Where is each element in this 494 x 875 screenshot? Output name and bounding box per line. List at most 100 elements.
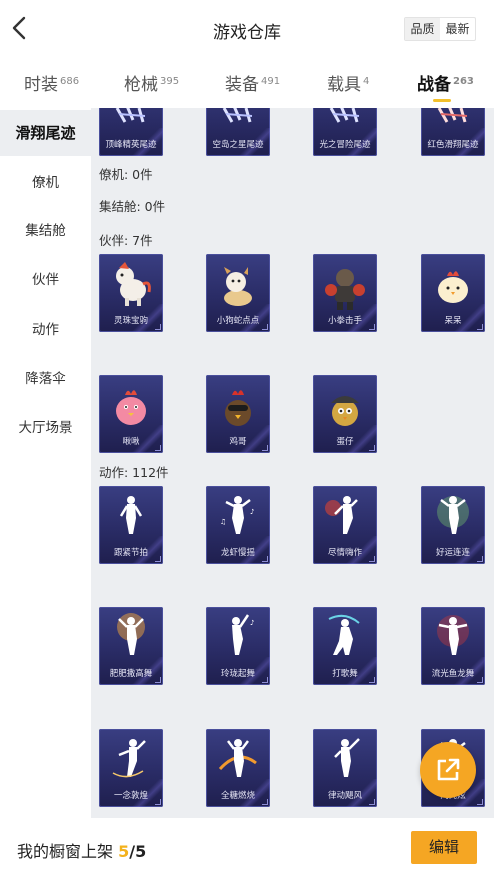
item-name: 红色滑翔尾迹 [427, 140, 479, 150]
section-capsule-count: 集结舱: 0件 [99, 199, 166, 214]
header-bar: 游戏仓库 品质 最新 [0, 0, 494, 60]
sort-newest-option[interactable]: 最新 [440, 18, 475, 40]
item-card[interactable]: 律动飓风 [313, 729, 377, 807]
tab-active-indicator [433, 99, 451, 102]
share-button[interactable] [420, 742, 476, 798]
showcase-shelf-status: 我的橱窗上架 5/5 [17, 838, 146, 862]
item-name: 顶峰精英尾迹 [105, 140, 157, 150]
svg-text:♪: ♪ [250, 508, 254, 516]
item-name: 流光鱼龙舞 [431, 669, 475, 679]
item-name: 呆呆 [444, 316, 462, 326]
item-card[interactable]: 打歌舞 [313, 607, 377, 685]
item-card[interactable]: 小狗蛇点点 [206, 254, 270, 332]
svg-text:♪: ♪ [250, 619, 254, 627]
tab-firearms[interactable]: 枪械 395 [124, 70, 179, 95]
item-name: 尽情嗨作 [327, 548, 362, 558]
edit-button[interactable]: 编辑 [411, 831, 477, 864]
sidebar-item-emote[interactable]: 动作 [0, 307, 91, 353]
item-name: 肥肥撒高舞 [109, 669, 153, 679]
card-corner [155, 677, 161, 683]
item-name: 小狗蛇点点 [216, 316, 260, 326]
tab-count: 491 [261, 76, 281, 87]
card-corner [477, 799, 483, 805]
tab-label: 载具 [327, 75, 361, 95]
item-card[interactable]: ♪ 玲珑起舞 [206, 607, 270, 685]
item-card[interactable]: 啾啾 [99, 375, 163, 453]
tab-count: 686 [60, 76, 80, 87]
tab-label: 战备 [417, 75, 451, 95]
category-tabs: 时装 686 枪械 395 装备 491 载具 4 战备 263 [0, 62, 494, 108]
shelf-label: 我的橱窗上架 [17, 842, 114, 861]
item-name: 啾啾 [122, 437, 140, 447]
card-corner [262, 556, 268, 562]
item-name: 律动飓风 [327, 791, 362, 801]
item-name: 好运连连 [435, 548, 470, 558]
sort-toggle: 品质 最新 [404, 17, 476, 41]
item-grid-area: 顶峰精英尾迹 空岛之星尾迹 光之冒险尾迹 红色滑翔尾迹 僚机: 0件 集结舱: … [91, 108, 494, 818]
item-card[interactable]: 全糖燃烧 [206, 729, 270, 807]
card-corner [369, 445, 375, 451]
tab-equipment[interactable]: 装备 491 [225, 70, 280, 95]
card-corner [155, 556, 161, 562]
tab-label: 枪械 [124, 75, 158, 95]
tab-fashion[interactable]: 时装 686 [24, 70, 79, 95]
item-card[interactable]: ♪ ♫ 龙虾慢摇 [206, 486, 270, 564]
card-corner [369, 556, 375, 562]
external-link-icon [437, 758, 460, 781]
item-card[interactable]: 红色滑翔尾迹 [421, 108, 485, 156]
item-card[interactable]: 一念敦煌 [99, 729, 163, 807]
svg-text:♫: ♫ [220, 518, 226, 526]
card-corner [155, 324, 161, 330]
tab-count: 4 [363, 76, 370, 87]
item-name: 灵珠宝驹 [113, 316, 148, 326]
item-card[interactable]: 灵珠宝驹 [99, 254, 163, 332]
section-emote-count: 动作: 112件 [99, 465, 169, 480]
tab-count: 263 [453, 76, 474, 87]
sort-quality-option[interactable]: 品质 [405, 18, 440, 40]
item-name: 空岛之星尾迹 [212, 140, 264, 150]
shelf-count: 5 [118, 842, 130, 861]
section-partner-count: 伙伴: 7件 [99, 233, 153, 248]
item-card[interactable]: 流光鱼龙舞 [421, 607, 485, 685]
sidebar-item-glide-trail[interactable]: 滑翔尾迹 [0, 110, 91, 156]
item-card[interactable]: 跟紧节拍 [99, 486, 163, 564]
item-card[interactable]: 尽情嗨作 [313, 486, 377, 564]
card-corner [155, 445, 161, 451]
item-name: 龙虾慢摇 [220, 548, 255, 558]
item-name: 玲珑起舞 [220, 669, 255, 679]
card-corner [262, 445, 268, 451]
item-name: 全糖燃烧 [220, 791, 255, 801]
sidebar-item-capsule[interactable]: 集结舱 [0, 208, 91, 254]
item-card[interactable]: 光之冒险尾迹 [313, 108, 377, 156]
tab-label: 装备 [225, 75, 259, 95]
category-sidebar: 滑翔尾迹 僚机 集结舱 伙伴 动作 降落伞 大厅场景 [0, 108, 91, 818]
item-card[interactable]: 小拳击手 [313, 254, 377, 332]
section-wingman-count: 僚机: 0件 [99, 167, 153, 182]
item-card[interactable]: 顶峰精英尾迹 [99, 108, 163, 156]
tab-vehicles[interactable]: 载具 4 [327, 70, 369, 95]
bottom-bar: 我的橱窗上架 5/5 编辑 [0, 818, 494, 875]
card-corner [262, 677, 268, 683]
card-corner [262, 324, 268, 330]
sidebar-item-parachute[interactable]: 降落伞 [0, 356, 91, 402]
sidebar-item-lobby-scene[interactable]: 大厅场景 [0, 405, 91, 451]
sidebar-item-wingman[interactable]: 僚机 [0, 160, 91, 206]
card-corner [477, 677, 483, 683]
card-corner [369, 324, 375, 330]
sidebar-item-partner[interactable]: 伙伴 [0, 257, 91, 303]
item-name: 鸡哥 [229, 437, 247, 447]
tab-count: 395 [160, 76, 180, 87]
card-corner [155, 799, 161, 805]
item-name: 蛋仔 [336, 437, 354, 447]
item-card[interactable]: 好运连连 [421, 486, 485, 564]
item-card[interactable]: 呆呆 [421, 254, 485, 332]
shelf-total: /5 [129, 842, 147, 861]
item-name: 一念敦煌 [113, 791, 148, 801]
item-name: 打歌舞 [332, 669, 358, 679]
tab-battle-prep[interactable]: 战备 263 [417, 70, 474, 102]
item-name: 跟紧节拍 [113, 548, 148, 558]
item-card[interactable]: 蛋仔 [313, 375, 377, 453]
item-card[interactable]: 肥肥撒高舞 [99, 607, 163, 685]
item-card[interactable]: 鸡哥 [206, 375, 270, 453]
item-card[interactable]: 空岛之星尾迹 [206, 108, 270, 156]
